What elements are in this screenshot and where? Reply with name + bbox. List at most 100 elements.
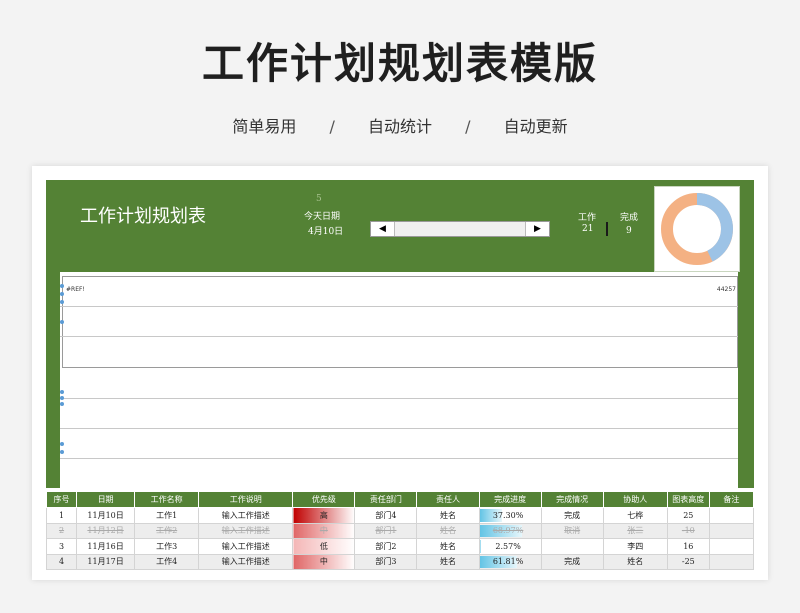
cell-status[interactable]: 完成 xyxy=(540,507,604,524)
cell-desc[interactable]: 输入工作描述 xyxy=(198,538,294,555)
gantt-gridline xyxy=(60,398,738,399)
col-header-status[interactable]: 完成情况 xyxy=(540,491,604,508)
gantt-marker xyxy=(60,390,64,394)
table-row[interactable]: 1 11月10日 工作1 输入工作描述高部门4 姓名 37.30% 完成 七桦 25 xyxy=(45,507,755,524)
donut-svg xyxy=(661,193,733,265)
work-count-value: 21 xyxy=(582,224,594,234)
work-plan-table: 序号 日期 工作名称 工作说明 优先级 责任部门 责任人 完成进度 完成情况 协… xyxy=(45,491,755,570)
cell-name[interactable]: 工作1 xyxy=(134,507,200,524)
cell-no[interactable]: 3 xyxy=(45,538,78,555)
cell-height[interactable]: -10 xyxy=(666,522,710,539)
cell-note[interactable] xyxy=(708,538,755,555)
table-header-row: 序号 日期 工作名称 工作说明 优先级 责任部门 责任人 完成进度 完成情况 协… xyxy=(45,491,755,508)
cell-date[interactable]: 11月12日 xyxy=(76,522,136,539)
gantt-gridline xyxy=(60,428,738,429)
cell-date[interactable]: 11月17日 xyxy=(76,553,136,570)
cell-note[interactable] xyxy=(708,553,755,570)
col-header-no[interactable]: 序号 xyxy=(45,491,78,508)
cell-progress[interactable]: 61.81% xyxy=(478,553,542,570)
cell-owner[interactable]: 姓名 xyxy=(416,507,480,524)
progress-text: 2.57% xyxy=(495,541,521,551)
cell-name[interactable]: 工作3 xyxy=(134,538,200,555)
feature-easy: 简单易用 xyxy=(232,117,297,136)
cell-desc[interactable]: 输入工作描述 xyxy=(198,507,294,524)
col-header-dept[interactable]: 责任部门 xyxy=(354,491,418,508)
col-header-desc[interactable]: 工作说明 xyxy=(198,491,294,508)
tagline-separator: / xyxy=(465,117,471,136)
cell-priority[interactable]: 中 xyxy=(292,522,356,539)
gantt-gridline xyxy=(60,458,738,459)
gantt-frame xyxy=(62,276,738,368)
scroll-left-icon[interactable]: ◀ xyxy=(371,222,395,236)
cell-progress[interactable]: 68.97% xyxy=(478,522,542,539)
cell-height[interactable]: 16 xyxy=(666,538,710,555)
today-date: 4月10日 xyxy=(308,227,344,237)
progress-text: 61.81% xyxy=(492,557,524,567)
gantt-chart-area: #REF! 44257 xyxy=(60,272,738,488)
cell-priority[interactable]: 高 xyxy=(292,507,356,524)
sheet-title: 工作计划规划表 xyxy=(80,206,206,227)
gantt-marker xyxy=(60,300,64,304)
cell-name[interactable]: 工作4 xyxy=(134,553,200,570)
col-header-name[interactable]: 工作名称 xyxy=(134,491,200,508)
cell-dept[interactable]: 部门4 xyxy=(354,507,418,524)
cell-no[interactable]: 2 xyxy=(45,522,78,539)
cell-dept[interactable]: 部门2 xyxy=(354,538,418,555)
table-row[interactable]: 4 11月17日 工作4 输入工作描述中部门3 姓名 61.81% 完成 姓名 -25 xyxy=(45,553,755,570)
gantt-marker xyxy=(60,442,64,446)
cell-note[interactable] xyxy=(708,507,755,524)
cell-date[interactable]: 11月10日 xyxy=(76,507,136,524)
cell-owner[interactable]: 姓名 xyxy=(416,538,480,555)
cell-helper[interactable]: 李四 xyxy=(602,538,668,555)
cell-dept[interactable]: 部门3 xyxy=(354,553,418,570)
timeline-scrollbar[interactable]: ◀ ▶ xyxy=(370,221,550,237)
cell-date[interactable]: 11月16日 xyxy=(76,538,136,555)
cell-desc[interactable]: 输入工作描述 xyxy=(198,553,294,570)
progress-text: 68.97% xyxy=(492,526,524,536)
col-header-date[interactable]: 日期 xyxy=(76,491,136,508)
cell-dept[interactable]: 部门1 xyxy=(354,522,418,539)
feature-auto-update: 自动更新 xyxy=(503,117,568,136)
table-row[interactable]: 3 11月16日 工作3 输入工作描述低部门2 姓名 2.57% 李四 16 xyxy=(45,538,755,555)
scroll-right-icon[interactable]: ▶ xyxy=(525,222,549,236)
cell-status[interactable]: 完成 xyxy=(540,553,604,570)
cell-name[interactable]: 工作2 xyxy=(134,522,200,539)
cell-helper[interactable]: 七桦 xyxy=(602,507,668,524)
work-count-label: 工作 xyxy=(578,213,597,223)
cell-priority[interactable]: 低 xyxy=(292,538,356,555)
cell-progress[interactable]: 37.30% xyxy=(478,507,542,524)
col-header-owner[interactable]: 责任人 xyxy=(416,491,480,508)
cell-owner[interactable]: 姓名 xyxy=(416,522,480,539)
stats-divider xyxy=(606,222,608,236)
cell-priority[interactable]: 中 xyxy=(292,553,356,570)
gantt-gridline xyxy=(60,336,738,337)
feature-tagline: 简单易用 / 自动统计 / 自动更新 xyxy=(0,113,800,137)
cell-no[interactable]: 1 xyxy=(45,507,78,524)
cell-note[interactable] xyxy=(708,522,755,539)
progress-text: 37.30% xyxy=(492,510,524,520)
cell-owner[interactable]: 姓名 xyxy=(416,553,480,570)
cell-desc[interactable]: 输入工作描述 xyxy=(198,522,294,539)
cell-helper[interactable]: 姓名 xyxy=(602,553,668,570)
gantt-marker xyxy=(60,396,64,400)
gantt-marker xyxy=(60,292,64,296)
cell-height[interactable]: -25 xyxy=(666,553,710,570)
small-number: 5 xyxy=(316,194,322,204)
gantt-gridline xyxy=(60,306,738,307)
cell-no[interactable]: 4 xyxy=(45,553,78,570)
gantt-ref-error: #REF! xyxy=(66,286,85,293)
progress-bar-fill xyxy=(480,540,482,553)
table-row[interactable]: 2 11月12日 工作2 输入工作描述中部门1 姓名 68.97% 取消 张三 -10 xyxy=(45,522,755,539)
cell-progress[interactable]: 2.57% xyxy=(478,538,542,555)
cell-helper[interactable]: 张三 xyxy=(602,522,668,539)
gantt-marker xyxy=(60,450,64,454)
cell-height[interactable]: 25 xyxy=(666,507,710,524)
col-header-height[interactable]: 图表高度 xyxy=(666,491,710,508)
cell-status[interactable]: 取消 xyxy=(540,522,604,539)
col-header-progress[interactable]: 完成进度 xyxy=(478,491,542,508)
col-header-helper[interactable]: 协助人 xyxy=(602,491,668,508)
col-header-priority[interactable]: 优先级 xyxy=(292,491,356,508)
cell-status[interactable] xyxy=(540,538,604,555)
gantt-marker xyxy=(60,402,64,406)
col-header-note[interactable]: 备注 xyxy=(708,491,755,508)
